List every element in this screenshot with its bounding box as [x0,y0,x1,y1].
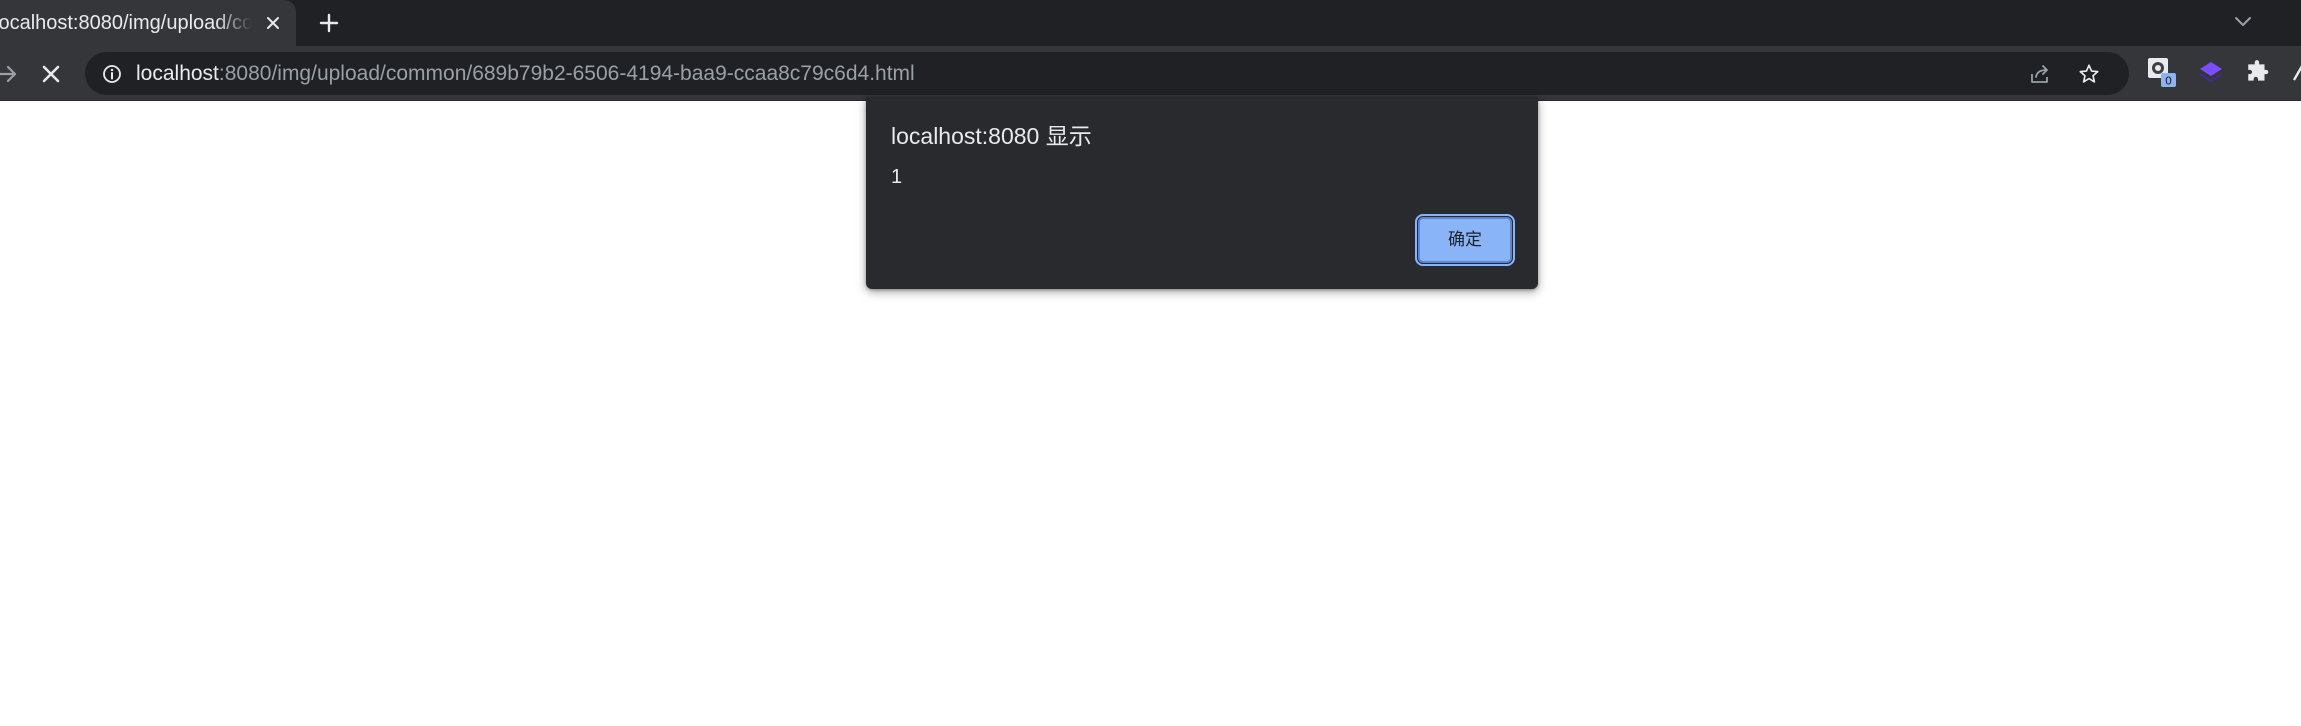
profile-icon[interactable] [2286,54,2301,90]
tab-strip: localhost:8080/img/upload/common/689b79b… [0,0,2301,46]
purple-extension-icon[interactable] [2193,54,2229,90]
ok-button[interactable]: 确定 [1415,214,1515,266]
forward-arrow-icon[interactable] [0,56,26,92]
tab-search-chevron-icon[interactable] [2226,4,2260,38]
dialog-message: 1 [891,166,903,188]
new-tab-icon[interactable] [312,6,346,40]
url-host: localhost [136,62,219,85]
tab-title: localhost:8080/img/upload/common/689b79b… [0,12,252,34]
share-icon[interactable] [2022,56,2058,92]
browser-window: localhost:8080/img/upload/common/689b79b… [0,0,2301,726]
url-path: :8080/img/upload/common/689b79b2-6506-41… [218,62,915,85]
bookmark-star-icon[interactable] [2071,56,2107,92]
site-info-icon[interactable] [94,56,130,92]
extensions-puzzle-icon[interactable] [2240,54,2276,90]
address-bar[interactable]: localhost:8080/img/upload/common/689b79b… [85,52,2129,95]
extension-icon[interactable]: 0 [2144,54,2180,90]
active-tab[interactable]: localhost:8080/img/upload/common/689b79b… [0,0,296,46]
stop-loading-icon[interactable] [33,56,69,92]
extension-badge: 0 [2165,75,2172,88]
dialog-title: localhost:8080 显示 [891,123,1092,149]
url-text[interactable]: localhost:8080/img/upload/common/689b79b… [136,60,915,87]
alert-dialog: localhost:8080 显示 1 确定 [866,97,1538,289]
browser-toolbar: localhost:8080/img/upload/common/689b79b… [0,46,2301,101]
tab-close-icon[interactable] [258,8,288,38]
